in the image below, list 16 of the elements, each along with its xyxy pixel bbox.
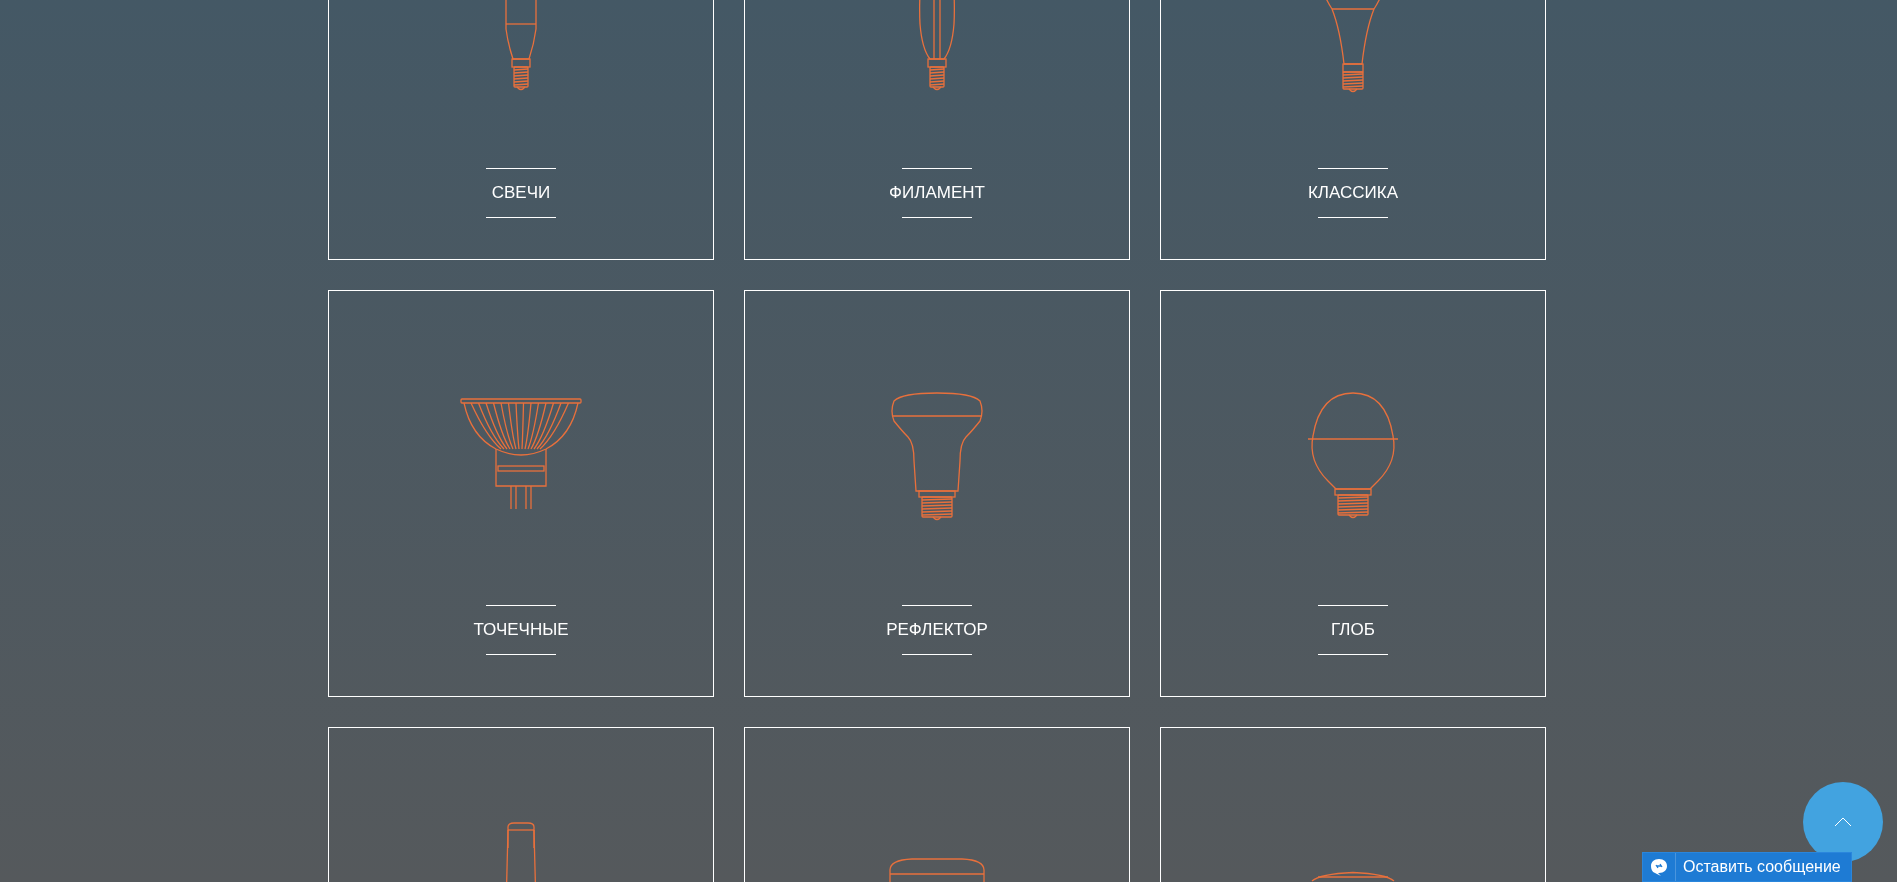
tube-bulb-drawing bbox=[505, 822, 537, 882]
category-label: ГЛОБ bbox=[1331, 620, 1375, 640]
category-card[interactable]: СВЕЧИ bbox=[328, 0, 714, 260]
chat-button[interactable]: Оставить сообщение bbox=[1642, 852, 1852, 882]
category-card[interactable]: РЕФЛЕКТОР bbox=[744, 290, 1130, 697]
category-card[interactable]: ФИЛАМЕНТ bbox=[744, 0, 1130, 260]
category-label: РЕФЛЕКТОР bbox=[886, 620, 988, 640]
category-card[interactable]: ГЛОБ bbox=[1160, 290, 1546, 697]
category-label: СВЕЧИ bbox=[491, 183, 551, 203]
category-label: ТОЧЕЧНЫЕ bbox=[473, 620, 569, 640]
speech-bubble-icon bbox=[1649, 857, 1669, 877]
chevron-up-icon bbox=[1834, 817, 1852, 827]
category-label: КЛАССИКА bbox=[1307, 183, 1398, 203]
category-card[interactable]: ТОЧЕЧНЫЕ bbox=[328, 290, 714, 697]
category-label: ФИЛАМЕНТ bbox=[889, 183, 985, 203]
category-card[interactable]: КЛАССИКА bbox=[1160, 0, 1546, 260]
